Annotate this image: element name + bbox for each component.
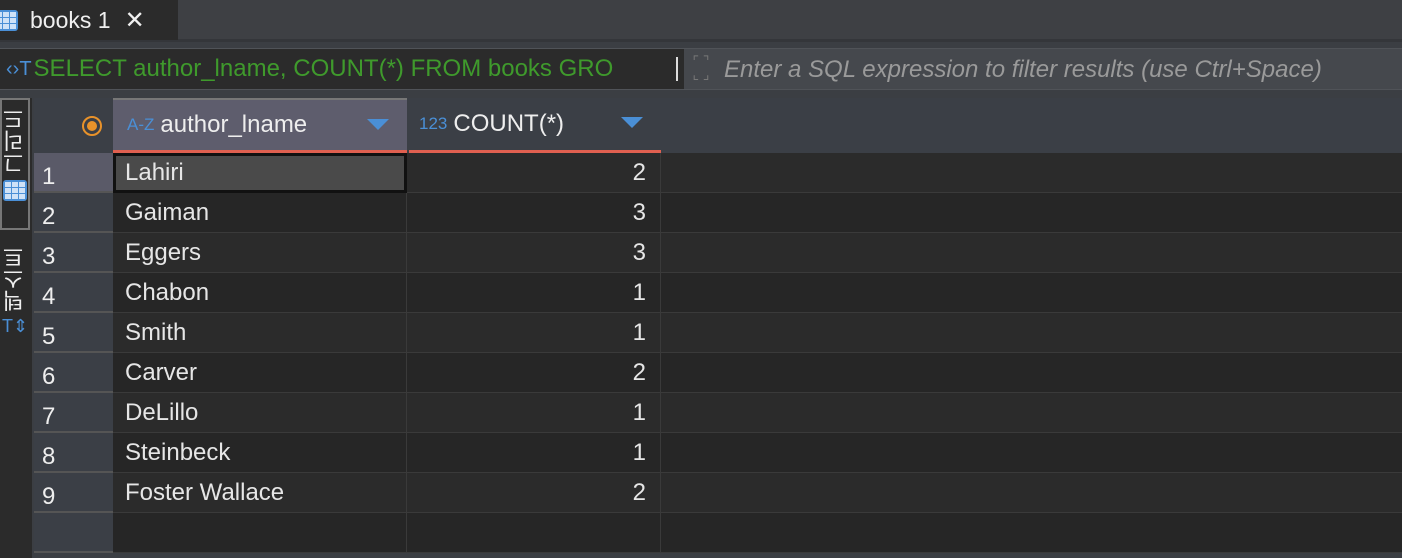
view-tab-grid[interactable]: 그리드 xyxy=(0,98,30,230)
row-number[interactable]: 3 xyxy=(34,233,113,273)
table-row[interactable]: 2 Gaiman 3 xyxy=(34,193,1402,233)
sql-text-icon: ‹›T xyxy=(6,57,32,80)
view-tab-text[interactable]: 텍스트 T⇕ xyxy=(0,238,30,337)
cell-count[interactable]: 3 xyxy=(407,193,661,233)
row-number[interactable]: 9 xyxy=(34,473,113,513)
row-number[interactable]: 6 xyxy=(34,353,113,393)
table-row[interactable]: 4 Chabon 1 xyxy=(34,273,1402,313)
empty-cell xyxy=(407,513,661,553)
table-row[interactable]: 7 DeLillo 1 xyxy=(34,393,1402,433)
cell-author-lname[interactable]: Gaiman xyxy=(113,193,407,233)
row-number[interactable]: 1 xyxy=(34,153,113,193)
row-number[interactable]: 8 xyxy=(34,433,113,473)
cell-count[interactable]: 3 xyxy=(407,233,661,273)
text-view-icon: T⇕ xyxy=(1,316,29,336)
table-row[interactable]: 1 Lahiri 2 xyxy=(34,153,1402,193)
cell-count[interactable]: 1 xyxy=(407,433,661,473)
column-name: COUNT(*) xyxy=(453,110,565,137)
row-number[interactable]: 5 xyxy=(34,313,113,353)
cell-author-lname[interactable]: Foster Wallace xyxy=(113,473,407,513)
sort-dropdown-icon[interactable] xyxy=(367,119,389,130)
cell-author-lname[interactable]: Smith xyxy=(113,313,407,353)
table-row[interactable]: 8 Steinbeck 1 xyxy=(34,433,1402,473)
row-number[interactable]: 7 xyxy=(34,393,113,433)
row-number[interactable]: 2 xyxy=(34,193,113,233)
cell-author-lname[interactable]: Lahiri xyxy=(113,153,407,193)
tab-title: books 1 xyxy=(30,6,111,33)
cell-count[interactable]: 2 xyxy=(407,353,661,393)
table-grid-icon xyxy=(0,9,18,31)
table-row[interactable]: 5 Smith 1 xyxy=(34,313,1402,353)
view-tab-text-label: 텍스트 xyxy=(2,246,27,312)
sort-dropdown-icon[interactable] xyxy=(621,117,643,128)
row-number[interactable]: 4 xyxy=(34,273,113,313)
grid-icon xyxy=(3,180,27,201)
tab-books-1[interactable]: books 1 ✕ xyxy=(0,0,178,40)
cell-author-lname[interactable]: Eggers xyxy=(113,233,407,273)
column-header-author-lname[interactable]: A-Z author_lname xyxy=(113,98,407,153)
view-switcher: 그리드 텍스트 T⇕ xyxy=(0,98,32,558)
row-header-corner[interactable] xyxy=(34,98,113,153)
cell-author-lname[interactable]: Steinbeck xyxy=(113,433,407,473)
sql-query-text: SELECT author_lname, COUNT(*) FROM books… xyxy=(33,55,614,82)
cell-count[interactable]: 1 xyxy=(407,273,661,313)
string-type-icon: A-Z xyxy=(127,115,155,134)
editor-tab-bar: books 1 ✕ xyxy=(0,0,1402,42)
record-indicator-icon xyxy=(82,116,102,136)
expand-icon[interactable]: ⌜ ⌝ ⌞ ⌟ xyxy=(686,54,716,83)
sql-query-display[interactable]: ‹›T SELECT author_lname, COUNT(*) FROM b… xyxy=(0,49,684,89)
view-tab-grid-label: 그리드 xyxy=(2,108,27,174)
row-number xyxy=(34,513,113,553)
table-row[interactable]: 9 Foster Wallace 2 xyxy=(34,473,1402,513)
filter-input[interactable]: Enter a SQL expression to filter results… xyxy=(724,56,1322,84)
cell-count[interactable]: 2 xyxy=(407,473,661,513)
table-row[interactable]: 6 Carver 2 xyxy=(34,353,1402,393)
cell-count[interactable]: 1 xyxy=(407,393,661,433)
number-type-icon: 123 xyxy=(419,114,448,133)
filter-bar: ‹›T SELECT author_lname, COUNT(*) FROM b… xyxy=(0,48,1402,90)
cell-count[interactable]: 1 xyxy=(407,313,661,353)
text-cursor xyxy=(676,57,678,81)
cell-count[interactable]: 2 xyxy=(407,153,661,193)
empty-cell xyxy=(113,513,407,553)
column-header-count[interactable]: 123 COUNT(*) xyxy=(409,98,661,153)
table-row[interactable]: 3 Eggers 3 xyxy=(34,233,1402,273)
empty-row[interactable] xyxy=(34,513,1402,553)
column-name: author_lname xyxy=(160,111,308,138)
close-icon[interactable]: ✕ xyxy=(125,6,145,35)
cell-author-lname[interactable]: Chabon xyxy=(113,273,407,313)
cell-author-lname[interactable]: DeLillo xyxy=(113,393,407,433)
cell-author-lname[interactable]: Carver xyxy=(113,353,407,393)
